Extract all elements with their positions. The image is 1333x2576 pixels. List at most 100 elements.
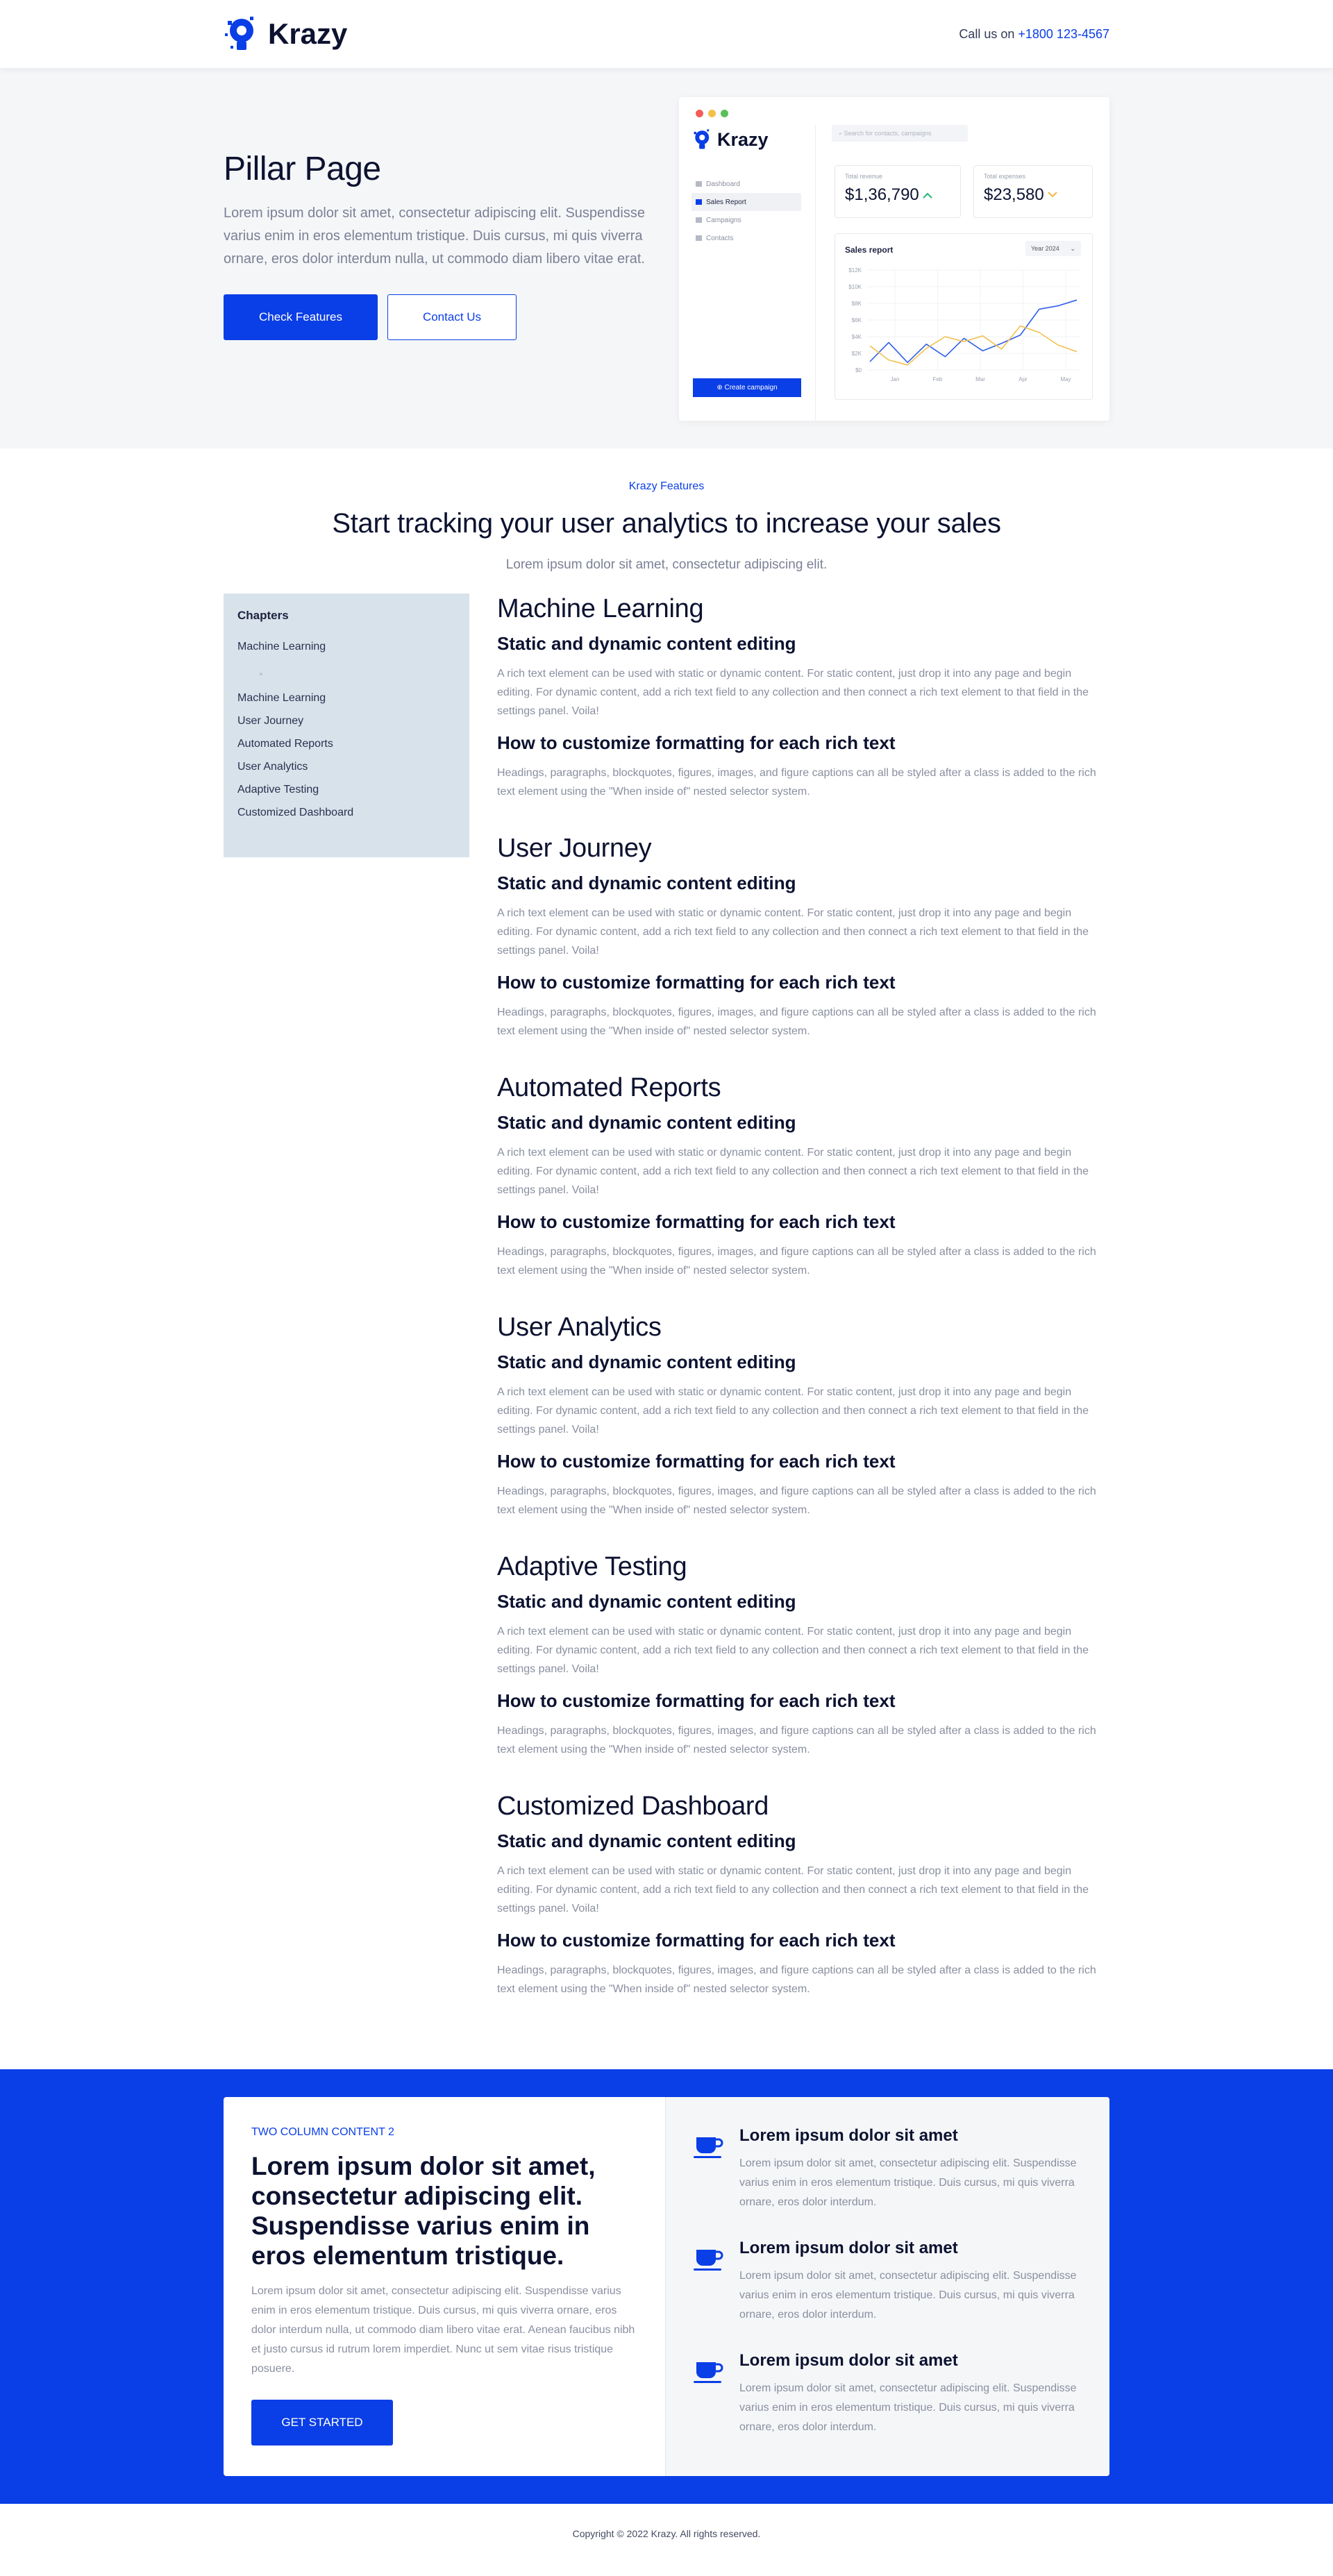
feature-body: Lorem ipsum dolor sit amet Lorem ipsum d… (739, 2126, 1082, 2212)
dashboard-mockup: Krazy Dashboard Sales Report Campaigns C… (679, 97, 1109, 421)
x-tick-label: Apr (1018, 376, 1028, 382)
mockup-logo-text: Krazy (717, 128, 769, 150)
feature-title: Lorem ipsum dolor sit amet (739, 2126, 958, 2145)
section-paragraph: A rich text element can be used with sta… (497, 668, 1089, 717)
feature-text: Lorem ipsum dolor sit amet, consectetur … (739, 2270, 1077, 2321)
logo-text: Krazy (268, 17, 348, 50)
toc-item-customized-dashboard[interactable]: Customized Dashboard (237, 807, 455, 819)
toc-item-adaptive-testing[interactable]: Adaptive Testing (237, 784, 455, 796)
total-expenses-card: Total expenses $23,580 (973, 165, 1093, 218)
y-tick-label: $12K (848, 267, 862, 273)
section-automated-reports: Automated Reports Static and dynamic con… (497, 1072, 1109, 1280)
y-tick-label: $6K (852, 317, 862, 323)
toc-item-machine-learning[interactable]: Machine Learning (237, 641, 455, 653)
section-subheading: How to customize formatting for each ric… (497, 1451, 896, 1472)
section-paragraph: Headings, paragraphs, blockquotes, figur… (497, 767, 1096, 798)
mockup-logo: Krazy (691, 126, 769, 153)
hero-content: Pillar Page Lorem ipsum dolor sit amet, … (224, 68, 654, 340)
feature-title: Lorem ipsum dolor sit amet (739, 2351, 958, 2370)
two-column-right: Lorem ipsum dolor sit amet Lorem ipsum d… (665, 2097, 1109, 2476)
phone-link[interactable]: +1800 123-4567 (1018, 27, 1109, 41)
mockup-divider (815, 125, 816, 421)
section-title: Machine Learning (497, 594, 704, 623)
dashboard-icon (696, 181, 702, 187)
mockup-nav-contacts[interactable]: Contacts (691, 229, 801, 247)
contacts-icon (696, 235, 702, 241)
create-campaign-button[interactable]: ⊕ Create campaign (693, 378, 801, 397)
cup-icon (694, 2362, 723, 2383)
section-subheading: How to customize formatting for each ric… (497, 732, 896, 753)
mockup-search-input[interactable]: ⌕ Search for contacts, campaigns (832, 125, 968, 142)
cup-icon (694, 2250, 723, 2271)
mockup-nav-label: Sales Report (706, 198, 746, 206)
feature-text: Lorem ipsum dolor sit amet, consectetur … (739, 2157, 1077, 2208)
mockup-sidebar: Dashboard Sales Report Campaigns Contact… (691, 175, 801, 247)
call-us-label: Call us on (959, 26, 1015, 41)
hero-section: Pillar Page Lorem ipsum dolor sit amet, … (0, 68, 1333, 448)
trend-up-icon (923, 192, 932, 199)
feature-body: Lorem ipsum dolor sit amet Lorem ipsum d… (739, 2239, 1082, 2325)
features-section: Krazy Features Start tracking your user … (0, 448, 1333, 573)
toc-item-machine-learning[interactable]: Machine Learning (237, 692, 455, 705)
get-started-button[interactable]: GET STARTED (251, 2400, 393, 2445)
x-tick-label: Feb (933, 376, 943, 382)
series-line-2 (869, 325, 1078, 366)
page-title: Pillar Page (224, 151, 381, 187)
section-title: Automated Reports (497, 1073, 721, 1102)
article: Machine Learning Static and dynamic cont… (497, 594, 1109, 2030)
search-placeholder: Search for contacts, campaigns (844, 130, 932, 137)
logo-icon (225, 17, 253, 50)
logo[interactable]: Krazy (224, 12, 347, 56)
feature-item: Lorem ipsum dolor sit amet Lorem ipsum d… (694, 2126, 1082, 2212)
section-title: Customized Dashboard (497, 1792, 769, 1821)
toc-bullet (260, 673, 262, 675)
mockup-nav-dashboard[interactable]: Dashboard (691, 175, 801, 193)
section-subheading: How to customize formatting for each ric… (497, 1930, 896, 1951)
section-customized-dashboard: Customized Dashboard Static and dynamic … (497, 1791, 1109, 1998)
section-subheading: How to customize formatting for each ric… (497, 1690, 896, 1711)
hero-text: Lorem ipsum dolor sit amet, consectetur … (224, 205, 645, 267)
x-tick-label: Mar (975, 376, 985, 382)
two-column-card: TWO COLUMN CONTENT 2 Lorem ipsum dolor s… (224, 2097, 1109, 2476)
sales-report-chart: Sales report Year 2024 ⌄ $0 $2K $4K $6K $8K $1… (835, 233, 1093, 400)
section-paragraph: Headings, paragraphs, blockquotes, figur… (497, 1246, 1096, 1277)
section-user-journey: User Journey Static and dynamic content … (497, 833, 1109, 1041)
feature-text: Lorem ipsum dolor sit amet, consectetur … (739, 2382, 1077, 2433)
y-tick-label: $8K (852, 301, 862, 307)
chapters-toc: Chapters Machine Learning Machine Learni… (224, 594, 469, 857)
toc-item-automated-reports[interactable]: Automated Reports (237, 738, 455, 750)
section-subheading: Static and dynamic content editing (497, 1352, 796, 1372)
features-kicker: Krazy Features (628, 480, 705, 492)
two-column-text: Lorem ipsum dolor sit amet, consectetur … (251, 2285, 635, 2375)
hero-buttons: Check Features Contact Us (224, 294, 654, 340)
toc-item-user-analytics[interactable]: User Analytics (237, 761, 455, 773)
section-paragraph: Headings, paragraphs, blockquotes, figur… (497, 1725, 1096, 1756)
section-paragraph: A rich text element can be used with sta… (497, 1626, 1089, 1675)
section-paragraph: Headings, paragraphs, blockquotes, figur… (497, 1007, 1096, 1037)
section-machine-learning: Machine Learning Static and dynamic cont… (497, 594, 1109, 801)
minimize-dot (708, 110, 716, 117)
create-campaign-label: Create campaign (724, 384, 778, 392)
section-subheading: Static and dynamic content editing (497, 1591, 796, 1612)
mockup-nav-sales-report[interactable]: Sales Report (691, 193, 801, 211)
check-features-button[interactable]: Check Features (224, 294, 378, 340)
pillar-content: Chapters Machine Learning Machine Learni… (224, 594, 1109, 2030)
section-paragraph: Headings, paragraphs, blockquotes, figur… (497, 1485, 1096, 1516)
x-tick-label: Jan (891, 376, 900, 382)
section-paragraph: A rich text element can be used with sta… (497, 1147, 1089, 1196)
revenue-label: Total revenue (845, 173, 883, 180)
toc-title: Chapters (237, 609, 289, 622)
feature-body: Lorem ipsum dolor sit amet Lorem ipsum d… (739, 2351, 1082, 2437)
toc-item-user-journey[interactable]: User Journey (237, 715, 455, 727)
y-tick-label: $0 (855, 367, 862, 373)
section-subheading: Static and dynamic content editing (497, 1830, 796, 1851)
two-column-tag: TWO COLUMN CONTENT 2 (251, 2126, 394, 2138)
feature-item: Lorem ipsum dolor sit amet Lorem ipsum d… (694, 2351, 1082, 2437)
mockup-nav-campaigns[interactable]: Campaigns (691, 211, 801, 229)
mockup-nav-label: Campaigns (706, 216, 741, 224)
section-title: User Journey (497, 834, 652, 863)
contact-us-button[interactable]: Contact Us (387, 294, 517, 340)
toc-wrapper: Chapters Machine Learning Machine Learni… (224, 594, 469, 2030)
x-tick-label: May (1060, 376, 1071, 382)
section-subheading: How to customize formatting for each ric… (497, 1211, 896, 1232)
